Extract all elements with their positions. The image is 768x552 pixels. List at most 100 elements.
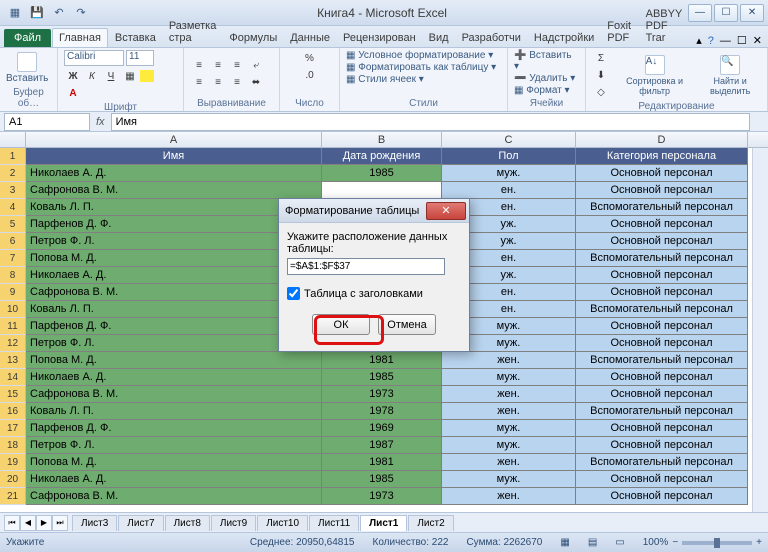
font-color-button[interactable]: A <box>64 85 82 101</box>
close-button[interactable]: ✕ <box>740 4 764 22</box>
cell[interactable]: Основной персонал <box>576 488 748 505</box>
cell[interactable]: Вспомогательный персонал <box>576 352 748 369</box>
cell[interactable]: Вспомогательный персонал <box>576 250 748 267</box>
cell[interactable]: Коваль Л. П. <box>26 403 322 420</box>
align-bot-icon[interactable]: ≡ <box>228 57 246 73</box>
cell[interactable]: Основной персонал <box>576 267 748 284</box>
cell[interactable]: 1987 <box>322 437 442 454</box>
tab-review[interactable]: Рецензирован <box>337 29 422 47</box>
doc-close-icon[interactable]: ✕ <box>753 34 762 47</box>
header-cell[interactable]: Имя <box>26 148 322 165</box>
tab-layout[interactable]: Разметка стра <box>163 17 223 47</box>
format-table-button[interactable]: ▦ Форматировать как таблицу ▾ <box>346 62 496 73</box>
cell[interactable]: 1985 <box>322 369 442 386</box>
row-header[interactable]: 18 <box>0 437 26 454</box>
cell[interactable]: Вспомогательный персонал <box>576 199 748 216</box>
undo-icon[interactable]: ↶ <box>50 3 68 21</box>
tab-developer[interactable]: Разработчи <box>456 29 527 47</box>
align-top-icon[interactable]: ≡ <box>190 57 208 73</box>
cell[interactable]: Сафронова В. М. <box>26 386 322 403</box>
cell[interactable]: 1985 <box>322 165 442 182</box>
fx-icon[interactable]: fx <box>96 116 105 128</box>
sheet-tab[interactable]: Лист7 <box>118 515 163 531</box>
row-header[interactable]: 4 <box>0 199 26 216</box>
cell[interactable]: Попова М. Д. <box>26 454 322 471</box>
sheet-tab[interactable]: Лист1 <box>360 515 407 531</box>
cell[interactable]: Николаев А. Д. <box>26 165 322 182</box>
cell[interactable]: Вспомогательный персонал <box>576 403 748 420</box>
merge-icon[interactable]: ⬌ <box>247 74 265 90</box>
cell[interactable]: ен. <box>442 182 576 199</box>
cell[interactable]: муж. <box>442 420 576 437</box>
cell[interactable]: жен. <box>442 454 576 471</box>
save-icon[interactable]: 💾 <box>28 3 46 21</box>
col-D[interactable]: D <box>576 132 748 147</box>
italic-button[interactable]: К <box>83 68 101 84</box>
cell[interactable]: Основной персонал <box>576 216 748 233</box>
underline-button[interactable]: Ч <box>102 68 120 84</box>
cond-format-button[interactable]: ▦ Условное форматирование ▾ <box>346 50 493 61</box>
row-header[interactable]: 20 <box>0 471 26 488</box>
tab-formulas[interactable]: Формулы <box>223 29 283 47</box>
row-header[interactable]: 8 <box>0 267 26 284</box>
select-all-corner[interactable] <box>0 132 26 147</box>
row-header[interactable]: 9 <box>0 284 26 301</box>
wrap-icon[interactable]: ⤶ <box>247 57 265 73</box>
row-header[interactable]: 1 <box>0 148 26 165</box>
header-cell[interactable]: Категория персонала <box>576 148 748 165</box>
align-left-icon[interactable]: ≡ <box>190 74 208 90</box>
row-header[interactable]: 2 <box>0 165 26 182</box>
cell[interactable]: Вспомогательный персонал <box>576 454 748 471</box>
ribbon-minimize-icon[interactable]: ▴ <box>696 34 702 47</box>
col-A[interactable]: A <box>26 132 322 147</box>
tab-abbyy[interactable]: ABBYY PDF Trar <box>640 5 696 47</box>
tab-addins[interactable]: Надстройки <box>528 29 600 47</box>
row-header[interactable]: 12 <box>0 335 26 352</box>
row-header[interactable]: 13 <box>0 352 26 369</box>
cell[interactable]: Петров Ф. Л. <box>26 437 322 454</box>
sheet-nav-prev[interactable]: ◀ <box>20 515 36 531</box>
help-icon[interactable]: ? <box>708 35 714 47</box>
bold-button[interactable]: Ж <box>64 68 82 84</box>
dialog-close-button[interactable]: ✕ <box>426 202 466 220</box>
cell[interactable]: Основной персонал <box>576 165 748 182</box>
col-B[interactable]: B <box>322 132 442 147</box>
col-C[interactable]: C <box>442 132 576 147</box>
cell[interactable]: 1981 <box>322 352 442 369</box>
sheet-nav-next[interactable]: ▶ <box>36 515 52 531</box>
row-header[interactable]: 6 <box>0 233 26 250</box>
insert-cells-button[interactable]: ➕ Вставить ▾ <box>514 50 579 72</box>
row-header[interactable]: 11 <box>0 318 26 335</box>
cell[interactable]: муж. <box>442 165 576 182</box>
sheet-tab[interactable]: Лист11 <box>309 515 359 531</box>
cell[interactable]: муж. <box>442 471 576 488</box>
cell[interactable]: Основной персонал <box>576 335 748 352</box>
sheet-nav-last[interactable]: ⏭ <box>52 515 68 531</box>
align-mid-icon[interactable]: ≡ <box>209 57 227 73</box>
tab-home[interactable]: Главная <box>52 28 108 47</box>
sort-filter-button[interactable]: A↓Сортировка и фильтр <box>618 55 691 96</box>
cell-styles-button[interactable]: ▦ Стили ячеек ▾ <box>346 74 424 85</box>
row-header[interactable]: 10 <box>0 301 26 318</box>
cell[interactable]: Парфенов Д. Ф. <box>26 420 322 437</box>
row-header[interactable]: 14 <box>0 369 26 386</box>
cell[interactable]: Основной персонал <box>576 318 748 335</box>
cell[interactable]: Основной персонал <box>576 369 748 386</box>
row-header[interactable]: 17 <box>0 420 26 437</box>
cell[interactable]: 1981 <box>322 454 442 471</box>
ok-button[interactable]: ОК <box>312 314 370 335</box>
cell[interactable]: 1978 <box>322 403 442 420</box>
sheet-nav-first[interactable]: ⏮ <box>4 515 20 531</box>
cancel-button[interactable]: Отмена <box>378 314 436 335</box>
file-tab[interactable]: Файл <box>4 29 51 47</box>
range-input[interactable] <box>287 258 445 275</box>
cell[interactable]: Основной персонал <box>576 386 748 403</box>
font-select[interactable]: Calibri <box>64 50 124 66</box>
cell[interactable]: муж. <box>442 437 576 454</box>
sheet-tab[interactable]: Лист3 <box>72 515 117 531</box>
cell[interactable]: Вспомогательный персонал <box>576 301 748 318</box>
cell[interactable]: Основной персонал <box>576 420 748 437</box>
cell[interactable]: 1969 <box>322 420 442 437</box>
tab-data[interactable]: Данные <box>284 29 336 47</box>
sheet-tab[interactable]: Лист10 <box>257 515 308 531</box>
